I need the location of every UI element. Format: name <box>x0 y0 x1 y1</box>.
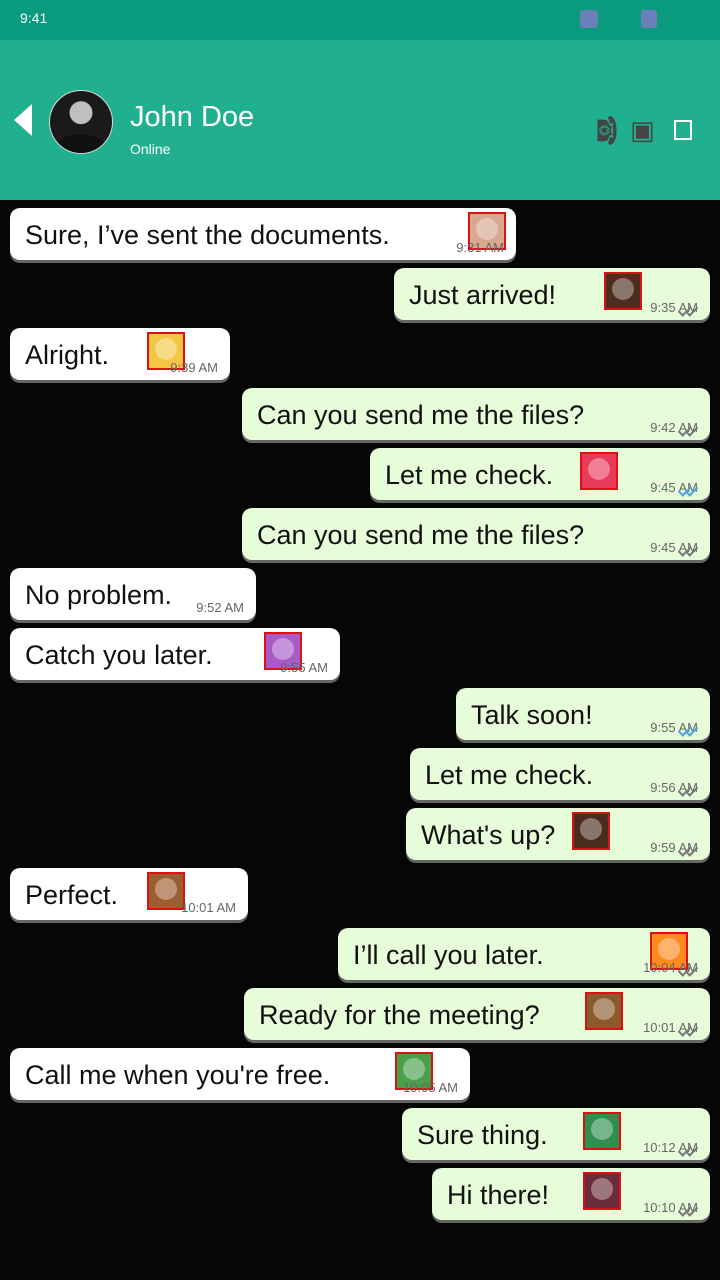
battery-icon <box>641 10 657 28</box>
read-status-icon <box>680 784 698 796</box>
message-bubble[interactable]: What's up? 9:59 AM <box>406 808 710 860</box>
person-emoji <box>585 992 623 1030</box>
message-time: 10:05 AM <box>403 1080 458 1095</box>
message-bubble[interactable]: Can you send me the files? 9:42 AM <box>242 388 710 440</box>
message-text: Just arrived! <box>409 280 557 310</box>
read-status-icon <box>680 304 698 316</box>
message-time: 10:01 AM <box>181 900 236 915</box>
contact-status: Online <box>130 141 171 157</box>
read-status-icon <box>680 484 698 496</box>
message-text: Alright. <box>25 340 110 370</box>
read-status-icon <box>680 964 698 976</box>
fist-emoji <box>604 272 642 310</box>
read-status-icon <box>680 724 698 736</box>
comoros-flag-emoji <box>583 1112 621 1150</box>
message-bubble[interactable]: Talk soon! 9:55 AM <box>456 688 710 740</box>
read-status-icon <box>680 544 698 556</box>
signal-icon <box>580 10 598 28</box>
phone-icon[interactable]: ☎ <box>591 114 622 146</box>
contact-name[interactable]: John Doe <box>130 101 254 134</box>
superhero-emoji <box>583 1172 621 1210</box>
message-bubble[interactable]: Call me when you're free. 10:05 AM <box>10 1048 470 1100</box>
message-text: Can you send me the files? <box>257 520 585 550</box>
message-text: Talk soon! <box>471 700 593 730</box>
message-text: No problem. <box>25 580 173 610</box>
message-bubble[interactable]: No problem. 9:52 AM <box>10 568 256 620</box>
message-bubble[interactable]: Hi there! 10:10 AM <box>432 1168 710 1220</box>
message-bubble[interactable]: I’ll call you later. 10:04 AM <box>338 928 710 980</box>
pointing-up-emoji <box>572 812 610 850</box>
message-time: 9:31 AM <box>456 240 504 255</box>
message-text: Let me check. <box>425 760 594 790</box>
status-time: 9:41 <box>20 10 48 26</box>
message-bubble[interactable]: Perfect. 10:01 AM <box>10 868 248 920</box>
message-text: What's up? <box>421 820 556 850</box>
message-bubble[interactable]: Let me check. 9:56 AM <box>410 748 710 800</box>
message-text: Can you send me the files? <box>257 400 585 430</box>
message-list: Sure, I’ve sent the documents. 9:31 AM Jus… <box>0 200 720 1280</box>
message-bubble[interactable]: Alright. 9:39 AM <box>10 328 230 380</box>
menu-icon[interactable] <box>674 120 692 140</box>
read-status-icon <box>680 424 698 436</box>
message-time: 9:55 AM <box>280 660 328 675</box>
message-text: Perfect. <box>25 880 119 910</box>
message-time: 9:52 AM <box>196 600 244 615</box>
read-status-icon <box>680 844 698 856</box>
message-bubble[interactable]: Sure, I’ve sent the documents. 9:31 AM <box>10 208 516 260</box>
message-time: 9:39 AM <box>170 360 218 375</box>
message-text: Ready for the meeting? <box>259 1000 540 1030</box>
message-text: Hi there! <box>447 1180 550 1210</box>
message-bubble[interactable]: Let me check. 9:45 AM <box>370 448 710 500</box>
message-bubble[interactable]: Can you send me the files? 9:45 AM <box>242 508 710 560</box>
cyclist-emoji <box>147 872 185 910</box>
read-status-icon <box>680 1204 698 1216</box>
read-status-icon <box>680 1024 698 1036</box>
message-text: Sure, I’ve sent the documents. <box>25 220 390 250</box>
chat-header: John Doe Online ☎ ▣ <box>0 40 720 200</box>
message-bubble[interactable]: Sure thing. 10:12 AM <box>402 1108 710 1160</box>
back-icon[interactable] <box>14 104 32 136</box>
message-text: Catch you later. <box>25 640 213 670</box>
video-camera-icon[interactable]: ▣ <box>630 115 655 146</box>
avatar[interactable] <box>49 90 113 154</box>
message-bubble[interactable]: Ready for the meeting? 10:01 AM <box>244 988 710 1040</box>
message-text: Let me check. <box>385 460 554 490</box>
message-text: Call me when you're free. <box>25 1060 331 1090</box>
b-button-emoji <box>580 452 618 490</box>
message-bubble[interactable]: Catch you later. 9:55 AM <box>10 628 340 680</box>
message-text: I’ll call you later. <box>353 940 544 970</box>
message-text: Sure thing. <box>417 1120 548 1150</box>
read-status-icon <box>680 1144 698 1156</box>
status-bar: 9:41 <box>0 0 720 40</box>
message-bubble[interactable]: Just arrived! 9:35 AM <box>394 268 710 320</box>
